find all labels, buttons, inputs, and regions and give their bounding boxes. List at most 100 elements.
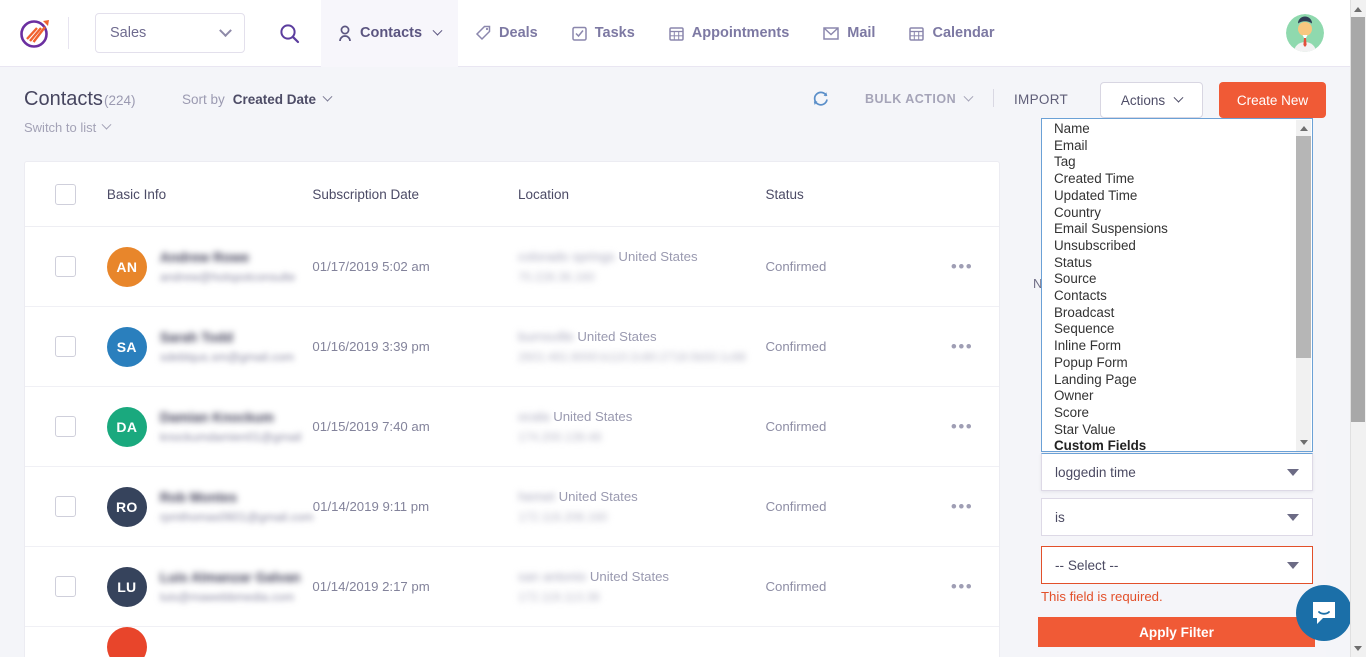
filter-value-select[interactable]: -- Select -- <box>1041 546 1313 584</box>
filter-field-option[interactable]: Source <box>1054 271 1290 288</box>
row-checkbox[interactable] <box>55 576 76 597</box>
contact-avatar <box>107 627 147 657</box>
cell-basic-info: ANAndrew Roweandrew@hotspotconsulte <box>107 247 313 287</box>
select-all-cell <box>25 184 107 205</box>
toolbar-divider <box>993 89 994 107</box>
row-select-cell <box>25 496 107 517</box>
filter-field-option[interactable]: Updated Time <box>1054 188 1290 205</box>
table-row[interactable]: SASarah Toddsdeblqus.sm@gmail.com01/16/2… <box>25 307 999 387</box>
contact-name: Sarah Todd <box>160 330 294 345</box>
more-options-icon[interactable]: ••• <box>951 418 973 435</box>
filter-field-option[interactable]: Broadcast <box>1054 305 1290 322</box>
row-checkbox[interactable] <box>55 336 76 357</box>
filter-field-option[interactable]: Unsubscribed <box>1054 238 1290 255</box>
more-options-icon[interactable]: ••• <box>951 338 973 355</box>
filter-field-option[interactable]: Email <box>1054 138 1290 155</box>
filter-field-option[interactable]: Email Suspensions <box>1054 221 1290 238</box>
intercom-chat-button[interactable] <box>1296 585 1352 641</box>
chevron-down-icon <box>323 92 333 102</box>
nav-item-calendar[interactable]: Calendar <box>892 0 1011 67</box>
apply-filter-button[interactable]: Apply Filter <box>1038 617 1315 647</box>
scrollbar-down-button[interactable] <box>1351 640 1365 656</box>
workspace-select[interactable]: Sales <box>95 13 245 53</box>
filter-field-option[interactable]: Landing Page <box>1054 372 1290 389</box>
browser-scrollbar[interactable] <box>1350 0 1366 657</box>
row-checkbox[interactable] <box>55 256 76 277</box>
cell-subscription-date: 01/17/2019 5:02 am <box>312 259 518 274</box>
user-avatar[interactable] <box>1286 14 1324 52</box>
contact-avatar: SA <box>107 327 147 367</box>
location-ip: 2601:481:8000:b110:2c80:2718:0b50:1c88 <box>518 350 765 364</box>
column-header-status[interactable]: Status <box>765 187 925 202</box>
location-ip: 70.228.36.160 <box>518 270 765 284</box>
filter-field-option[interactable]: Tag <box>1054 154 1290 171</box>
row-checkbox[interactable] <box>55 496 76 517</box>
filter-field-option[interactable]: Name <box>1054 121 1290 138</box>
filter-field-listbox[interactable]: NameEmailTagCreated TimeUpdated TimeCoun… <box>1041 118 1313 452</box>
filter-field-option[interactable]: Status <box>1054 255 1290 272</box>
table-row[interactable]: LULuis Almanzar Galvanluis@mawebbmedia.c… <box>25 547 999 627</box>
cell-location: hemet United States172.116.208.160 <box>518 489 765 524</box>
contact-email: knockumdamien01@gmail <box>160 430 302 444</box>
brand-logo[interactable] <box>8 17 64 49</box>
sort-by-control[interactable]: Sort by Created Date <box>182 92 331 107</box>
chevron-up-icon <box>1354 7 1362 12</box>
table-row[interactable]: ANAndrew Roweandrew@hotspotconsulte01/17… <box>25 227 999 307</box>
listbox-scrollbar-thumb[interactable] <box>1296 136 1311 358</box>
filter-field-option[interactable]: Popup Form <box>1054 355 1290 372</box>
more-options-icon[interactable]: ••• <box>951 498 973 515</box>
bulk-action-dropdown[interactable]: BULK ACTION <box>865 92 972 106</box>
row-checkbox[interactable] <box>55 416 76 437</box>
filter-field-option[interactable]: Country <box>1054 205 1290 222</box>
caret-down-icon <box>1287 469 1299 476</box>
location-country: United States <box>618 249 697 264</box>
nav-item-appointments[interactable]: Appointments <box>652 0 806 67</box>
scrollbar-up-button[interactable] <box>1351 1 1365 17</box>
switch-to-list-label: Switch to list <box>24 120 96 135</box>
filter-field-option[interactable]: Score <box>1054 405 1290 422</box>
more-options-icon[interactable]: ••• <box>951 258 973 275</box>
scroll-up-button[interactable] <box>1296 120 1311 136</box>
nav-item-mail[interactable]: Mail <box>806 0 892 67</box>
filter-field-option[interactable]: Star Value <box>1054 422 1290 439</box>
contacts-count: (224) <box>104 93 136 108</box>
table-row[interactable] <box>25 627 999 657</box>
contact-email: luis@mawebbmedia.com <box>160 590 301 604</box>
search-button[interactable] <box>269 13 309 53</box>
column-header-basic-info[interactable]: Basic Info <box>107 187 313 202</box>
scrollbar-thumb[interactable] <box>1351 17 1365 422</box>
more-options-icon[interactable]: ••• <box>951 578 973 595</box>
cell-status: Confirmed <box>765 419 925 434</box>
filter-field-option[interactable]: Contacts <box>1054 288 1290 305</box>
contact-email: rpmthomas0601@gmail.com <box>160 510 314 524</box>
switch-to-list-toggle[interactable]: Switch to list <box>24 120 110 135</box>
actions-dropdown-button[interactable]: Actions <box>1100 82 1203 118</box>
filter-field-option[interactable]: Inline Form <box>1054 338 1290 355</box>
nav-item-deals[interactable]: Deals <box>458 0 555 67</box>
cell-status: Confirmed <box>766 499 926 514</box>
column-header-subscription-date[interactable]: Subscription Date <box>312 187 518 202</box>
create-new-button[interactable]: Create New <box>1219 82 1326 118</box>
import-button[interactable]: IMPORT <box>1014 92 1068 107</box>
filter-operator-value: is <box>1055 510 1065 525</box>
filter-field-select[interactable]: loggedin time <box>1041 453 1313 491</box>
location-ip: 172.119.113.38 <box>518 590 765 604</box>
chat-bubble-icon <box>1309 598 1339 628</box>
select-all-checkbox[interactable] <box>55 184 76 205</box>
table-row[interactable]: DADamian Knockumknockumdamien01@gmail01/… <box>25 387 999 467</box>
contact-name: Damian Knockum <box>160 410 302 425</box>
workspace-label: Sales <box>110 25 146 41</box>
nav-item-contacts[interactable]: Contacts <box>321 0 458 67</box>
refresh-button[interactable] <box>811 89 830 113</box>
filter-field-option[interactable]: Created Time <box>1054 171 1290 188</box>
filter-field-option[interactable]: Custom Fields <box>1054 438 1290 452</box>
filter-operator-select[interactable]: is <box>1041 498 1313 536</box>
table-row[interactable]: RORob Montesrpmthomas0601@gmail.com01/14… <box>25 467 999 547</box>
nav-item-tasks[interactable]: Tasks <box>555 0 652 67</box>
filter-field-option[interactable]: Sequence <box>1054 321 1290 338</box>
cell-basic-info <box>107 627 313 657</box>
filter-field-option[interactable]: Owner <box>1054 388 1290 405</box>
scroll-down-button[interactable] <box>1296 434 1311 450</box>
contacts-table-card: Basic Info Subscription Date Location St… <box>24 161 1000 657</box>
column-header-location[interactable]: Location <box>518 187 765 202</box>
